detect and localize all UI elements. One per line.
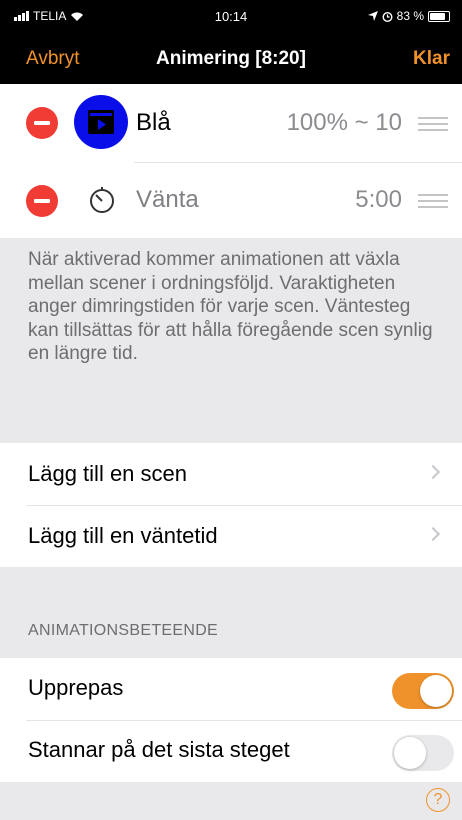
- step-row[interactable]: Vänta 5:00: [0, 162, 462, 238]
- battery-level: [430, 12, 445, 20]
- drag-handle-icon[interactable]: [418, 194, 448, 208]
- timer-icon: [90, 187, 114, 213]
- help-icon[interactable]: ?: [426, 788, 450, 812]
- step-list: Blå 100% ~ 10 Vänta 5:00: [0, 84, 462, 238]
- repeat-row: Upprepas: [0, 658, 462, 720]
- chevron-right-icon: [425, 464, 441, 480]
- status-bar: TELIA 10:14 83 %: [0, 0, 462, 32]
- battery-icon: [428, 10, 450, 22]
- add-actions-list: Lägg till en scen Lägg till en väntetid: [0, 443, 462, 567]
- step-row[interactable]: Blå 100% ~ 10: [0, 84, 462, 162]
- repeat-toggle[interactable]: [392, 673, 454, 709]
- section-header: ANIMATIONSBETEENDE: [28, 622, 219, 639]
- stop-last-step-row: Stannar på det sista steget: [0, 720, 462, 782]
- add-scene-label: Lägg till en scen: [28, 461, 187, 486]
- scene-icon: [74, 95, 128, 149]
- add-wait-label: Lägg till en väntetid: [28, 523, 218, 548]
- nav-bar: Avbryt Animering [8:20] Klar: [0, 32, 462, 84]
- drag-handle-icon[interactable]: [418, 117, 448, 131]
- step-name: Blå: [136, 109, 171, 136]
- chevron-right-icon: [425, 526, 441, 542]
- step-name: Vänta: [136, 186, 199, 213]
- done-button[interactable]: Klar: [413, 48, 450, 70]
- toggle-knob: [394, 737, 426, 769]
- toggle-knob: [420, 675, 452, 707]
- step-value: 5:00: [355, 186, 402, 213]
- repeat-label: Upprepas: [28, 675, 124, 700]
- add-scene-row[interactable]: Lägg till en scen: [0, 443, 462, 505]
- remove-step-button[interactable]: [26, 185, 58, 217]
- stop-last-step-label: Stannar på det sista steget: [28, 737, 290, 762]
- alarm-icon: [382, 11, 393, 22]
- battery-percent: 83 %: [396, 9, 424, 23]
- remove-step-button[interactable]: [26, 107, 58, 139]
- step-value: 100% ~ 10: [286, 109, 402, 136]
- page-title: Animering [8:20]: [156, 48, 306, 69]
- info-text: När aktiverad kommer animationen att väx…: [28, 249, 433, 365]
- add-wait-row[interactable]: Lägg till en väntetid: [0, 505, 462, 567]
- behavior-list: Upprepas Stannar på det sista steget: [0, 658, 462, 782]
- location-icon: [367, 11, 378, 21]
- status-right: 83 %: [367, 9, 450, 23]
- stop-last-step-toggle[interactable]: [392, 735, 454, 771]
